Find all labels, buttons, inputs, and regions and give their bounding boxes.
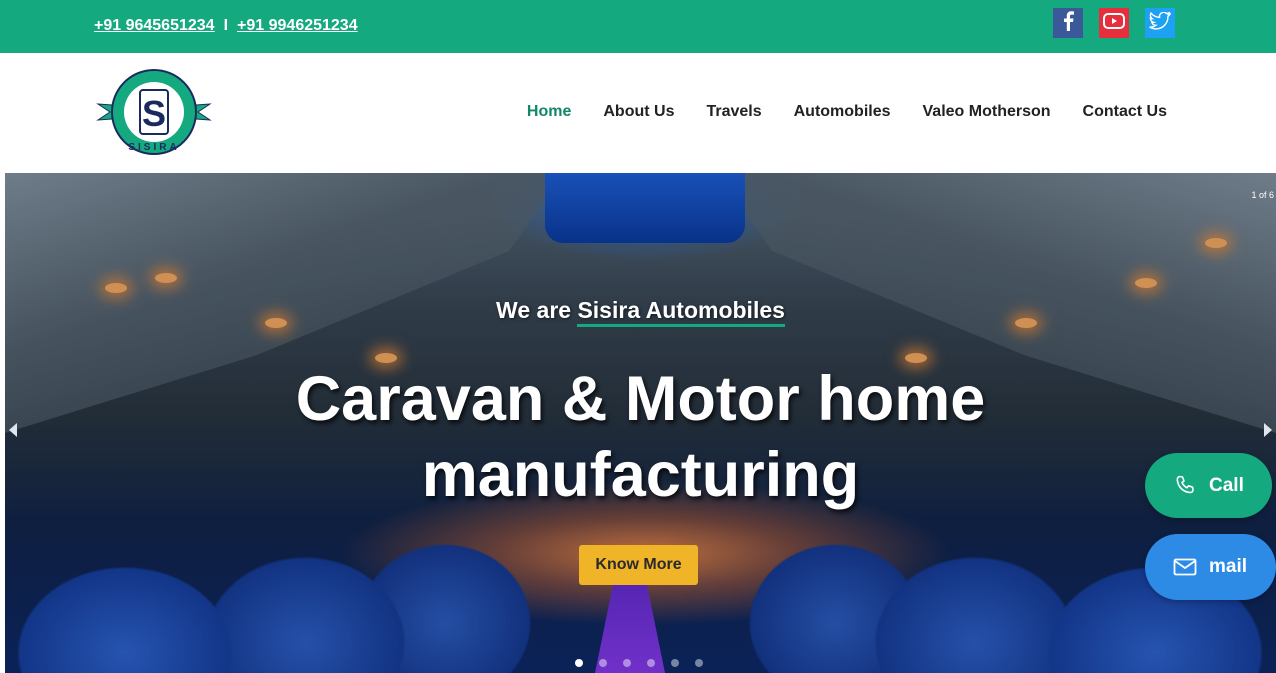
slider-dots xyxy=(575,659,703,667)
know-more-button[interactable]: Know More xyxy=(579,545,698,585)
phone-separator: I xyxy=(223,17,229,34)
hero-tagline: We are Sisira Automobiles xyxy=(5,297,1276,327)
phone-numbers: +91 9645651234 I +91 9946251234 xyxy=(94,17,358,35)
slider-dot[interactable] xyxy=(647,659,655,667)
slider-dot[interactable] xyxy=(671,659,679,667)
tagline-brand: Sisira Automobiles xyxy=(577,297,785,327)
twitter-link[interactable] xyxy=(1145,8,1175,38)
slider-dot[interactable] xyxy=(695,659,703,667)
nav-home[interactable]: Home xyxy=(527,103,571,121)
main-nav: Home About Us Travels Automobiles Valeo … xyxy=(527,103,1167,121)
social-links xyxy=(1053,8,1175,38)
slider-dot[interactable] xyxy=(623,659,631,667)
facebook-link[interactable] xyxy=(1053,8,1083,38)
site-header: S SISIRA Home About Us Travels Automobil… xyxy=(0,53,1276,173)
call-label: Call xyxy=(1209,474,1244,496)
nav-valeo-motherson[interactable]: Valeo Motherson xyxy=(923,103,1051,121)
phone-link-1[interactable]: +91 9645651234 xyxy=(94,17,215,35)
mail-icon xyxy=(1173,557,1197,577)
nav-travels[interactable]: Travels xyxy=(706,103,761,121)
logo-text: SISIRA xyxy=(128,142,179,153)
headline-line-2: manufacturing xyxy=(421,440,860,510)
top-bar: +91 9645651234 I +91 9946251234 xyxy=(0,0,1276,53)
phone-link-2[interactable]: +91 9946251234 xyxy=(237,17,358,35)
slider-dot[interactable] xyxy=(575,659,583,667)
hero-headline: Caravan & Motor home manufacturing xyxy=(5,361,1276,513)
phone-icon xyxy=(1173,474,1197,498)
nav-about-us[interactable]: About Us xyxy=(603,103,674,121)
nav-contact-us[interactable]: Contact Us xyxy=(1083,103,1167,121)
twitter-icon xyxy=(1149,10,1172,35)
hero-slider: 1 of 6 We are Sisira Automobiles Caravan… xyxy=(5,173,1276,673)
youtube-link[interactable] xyxy=(1099,8,1129,38)
sisira-logo[interactable]: S SISIRA xyxy=(96,68,212,158)
slide-counter: 1 of 6 xyxy=(1251,190,1274,200)
tagline-prefix: We are xyxy=(496,297,578,323)
call-button[interactable]: Call xyxy=(1145,453,1272,518)
facebook-icon xyxy=(1060,10,1076,36)
youtube-icon xyxy=(1103,12,1125,34)
slider-dot[interactable] xyxy=(599,659,607,667)
headline-line-1: Caravan & Motor home xyxy=(295,364,986,434)
mail-label: mail xyxy=(1209,556,1248,577)
mail-button[interactable]: mail xyxy=(1145,534,1276,600)
logo-letter: S xyxy=(142,93,166,134)
nav-automobiles[interactable]: Automobiles xyxy=(794,103,891,121)
